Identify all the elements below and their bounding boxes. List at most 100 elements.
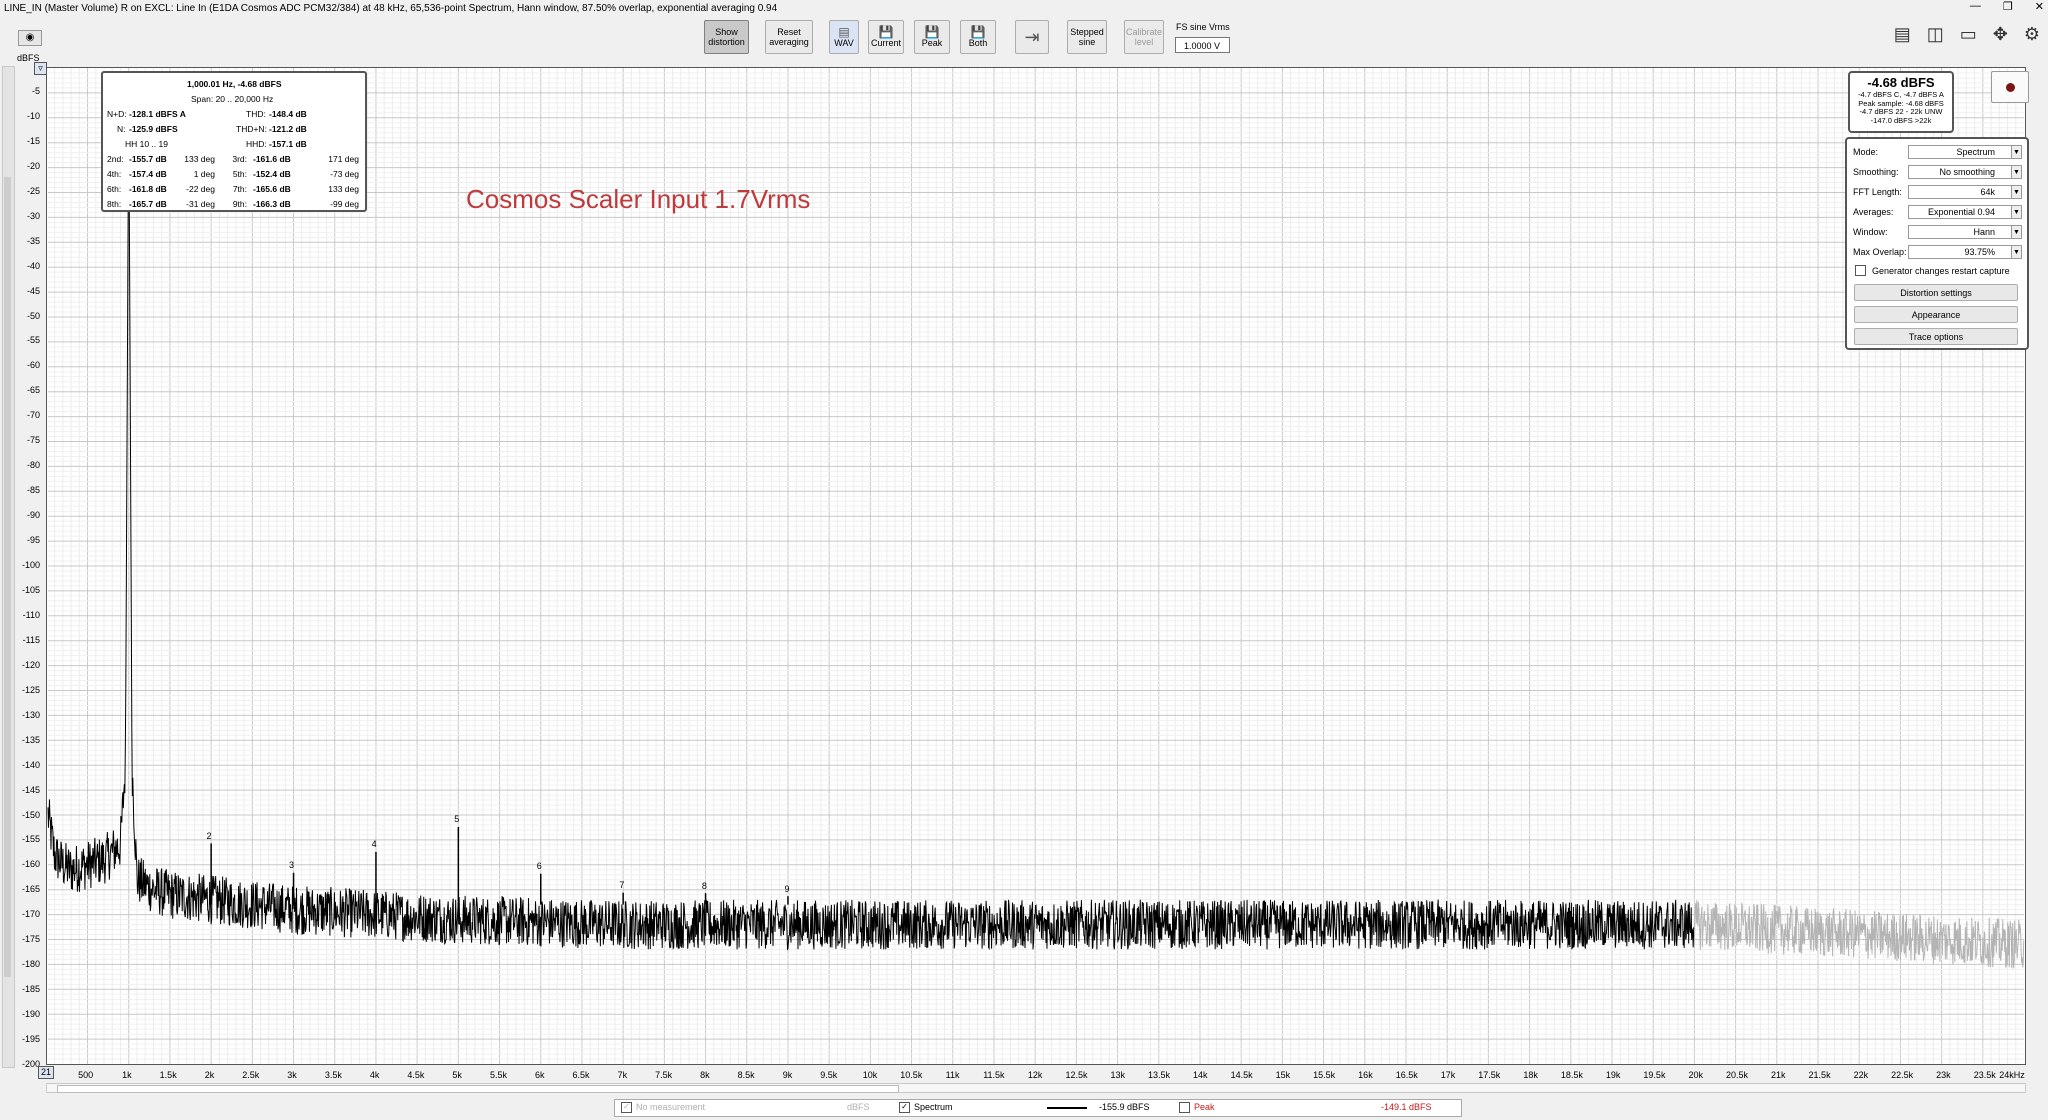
distortion-settings-button[interactable]: Distortion settings xyxy=(1854,284,2018,301)
y-tick-label: -180 xyxy=(21,959,40,970)
y-tick-label: -50 xyxy=(26,310,40,321)
y-tick-label: -170 xyxy=(21,909,40,920)
x-tick-label: 11.5k xyxy=(983,1070,1005,1080)
save-both-button[interactable]: 💾 Both xyxy=(960,20,996,54)
save-peak-button[interactable]: 💾 Peak xyxy=(914,20,950,54)
checkbox-icon[interactable] xyxy=(1855,265,1866,276)
x-tick-label: 3.5k xyxy=(324,1070,342,1080)
y-tick-label: -30 xyxy=(26,210,40,221)
x-scroll-thumb[interactable] xyxy=(57,1085,899,1093)
hhd-value: -157.1 dB xyxy=(269,139,307,149)
max-overlap-label: Max Overlap: xyxy=(1853,247,1907,257)
minimize-icon[interactable]: — xyxy=(1970,0,1981,18)
chevron-down-icon[interactable]: ▼ xyxy=(2011,245,2022,259)
stepped-sine-button[interactable]: Stepped sine xyxy=(1067,20,1107,54)
y-top-box[interactable]: ▿ xyxy=(34,62,47,75)
level-meter[interactable]: -4.68 dBFS -4.7 dBFS C, -4.7 dBFS A Peak… xyxy=(1848,71,1954,133)
fft-length-select[interactable]: 64k xyxy=(1908,185,2016,199)
y-tick-label: -80 xyxy=(26,460,40,471)
y-tick-label: -100 xyxy=(21,560,40,570)
y-tick-label: -175 xyxy=(21,934,40,945)
gear-icon[interactable]: ⚙ xyxy=(2024,24,2040,45)
harmonic-marker-label: 5 xyxy=(454,814,460,825)
n-label: N: xyxy=(117,124,126,134)
hhd-label: HHD: xyxy=(246,139,267,149)
spectrum-plot[interactable] xyxy=(46,67,2026,1065)
harmonic-marker-label: 6 xyxy=(536,861,542,872)
camera-icon[interactable]: ◉ xyxy=(18,30,42,46)
y-tick-label: -160 xyxy=(21,859,40,870)
annotation-text[interactable]: Cosmos Scaler Input 1.7Vrms xyxy=(466,184,810,215)
distortion-header: 1,000.01 Hz, -4.68 dBFS xyxy=(187,79,282,89)
generator-restart-checkbox[interactable]: Generator changes restart capture xyxy=(1855,265,2010,276)
chart-icon: ▤ xyxy=(838,25,850,39)
window-select[interactable]: Hann xyxy=(1908,225,2016,239)
reset-averaging-button[interactable]: Reset averaging xyxy=(765,20,813,54)
x-tick-label: 8k xyxy=(700,1070,710,1080)
legend-no-measurement[interactable]: ✓ No measurement xyxy=(621,1102,705,1114)
y-tick-label: -145 xyxy=(21,784,40,795)
checkbox-icon[interactable]: ✓ xyxy=(621,1102,632,1114)
chevron-down-icon[interactable]: ▼ xyxy=(2011,205,2022,219)
appearance-button[interactable]: Appearance xyxy=(1854,306,2018,323)
y-scroll-thumb[interactable] xyxy=(4,177,11,977)
smoothing-select[interactable]: No smoothing xyxy=(1908,165,2016,179)
y-tick-label: -150 xyxy=(21,809,40,820)
calibrate-level-button[interactable]: Calibrate level xyxy=(1124,20,1164,54)
show-distortion-button[interactable]: Show distortion xyxy=(704,20,749,54)
x-tick-label: 9.5k xyxy=(820,1070,838,1080)
x-axis-scrollbar[interactable] xyxy=(46,1083,2026,1093)
legend-spectrum[interactable]: ✓ Spectrum xyxy=(899,1102,953,1114)
mode-select[interactable]: Spectrum xyxy=(1908,145,2016,159)
harmonic-v2-1: -161.6 dB xyxy=(253,154,291,164)
x-tick-label: 2.5k xyxy=(242,1070,260,1080)
move-icon[interactable]: ✥ xyxy=(1993,24,2008,45)
nd-value: -128.1 dBFS A xyxy=(129,109,186,119)
harmonic-p1-4: -31 deg xyxy=(186,199,215,209)
x-start-box[interactable]: 21 xyxy=(38,1066,54,1079)
show-distortion-label-1: Show xyxy=(715,27,738,37)
n-value: -125.9 dBFS xyxy=(129,124,178,134)
y-tick-label: -185 xyxy=(21,984,40,995)
save-current-button[interactable]: 💾 Current xyxy=(868,20,904,54)
both-label: Both xyxy=(968,38,988,48)
columns-icon[interactable]: ◫ xyxy=(1927,24,1944,45)
y-tick-label: -5 xyxy=(31,85,40,96)
legend-no-measurement-unit: dBFS xyxy=(847,1102,870,1112)
legend-peak[interactable]: Peak xyxy=(1179,1102,1215,1114)
restore-icon[interactable]: ❐ xyxy=(2003,0,2013,18)
harmonic-l2-3: 7th: xyxy=(232,184,247,194)
checkbox-icon[interactable]: ✓ xyxy=(899,1102,910,1114)
x-tick-label: 3k xyxy=(287,1070,297,1080)
record-button[interactable] xyxy=(1991,71,2029,103)
import-button[interactable]: ⇥ xyxy=(1015,20,1049,54)
close-icon[interactable]: ✕ xyxy=(2035,0,2044,18)
toolbar: Show distortion Reset averaging ▤ WAV 💾 … xyxy=(0,18,2048,58)
y-tick-label: -95 xyxy=(26,535,40,546)
harmonic-p1-1: 133 deg xyxy=(184,154,215,164)
panel-icon[interactable]: ▭ xyxy=(1960,24,1977,45)
chevron-down-icon[interactable]: ▼ xyxy=(2011,165,2022,179)
layout-icon[interactable]: ▤ xyxy=(1894,24,1911,45)
chevron-down-icon[interactable]: ▼ xyxy=(2011,185,2022,199)
chevron-down-icon[interactable]: ▼ xyxy=(2011,145,2022,159)
chevron-down-icon[interactable]: ▼ xyxy=(2011,225,2022,239)
y-tick-label: -120 xyxy=(21,659,40,670)
y-tick-label: -70 xyxy=(26,410,40,421)
x-tick-label: 7.5k xyxy=(655,1070,673,1080)
harmonic-p1-3: -22 deg xyxy=(186,184,215,194)
x-tick-label: 10.5k xyxy=(900,1070,923,1080)
peak-label: Peak xyxy=(921,38,943,48)
y-tick-label: -190 xyxy=(21,1009,40,1020)
y-tick-label: -165 xyxy=(21,884,40,895)
trace-options-button[interactable]: Trace options xyxy=(1854,328,2018,345)
max-overlap-select[interactable]: 93.75% xyxy=(1908,245,2016,259)
averages-select[interactable]: Exponential 0.94 xyxy=(1908,205,2016,219)
wav-button[interactable]: ▤ WAV xyxy=(829,20,859,54)
checkbox-icon[interactable] xyxy=(1179,1102,1190,1114)
y-tick-label: -55 xyxy=(26,335,40,346)
fs-sine-input[interactable]: 1.0000 V xyxy=(1175,37,1230,53)
control-panel: Mode: Spectrum ▼ Smoothing: No smoothing… xyxy=(1845,137,2029,350)
x-tick-label: 16k xyxy=(1358,1070,1373,1080)
calibrate-level-label-2: level xyxy=(1134,37,1154,47)
